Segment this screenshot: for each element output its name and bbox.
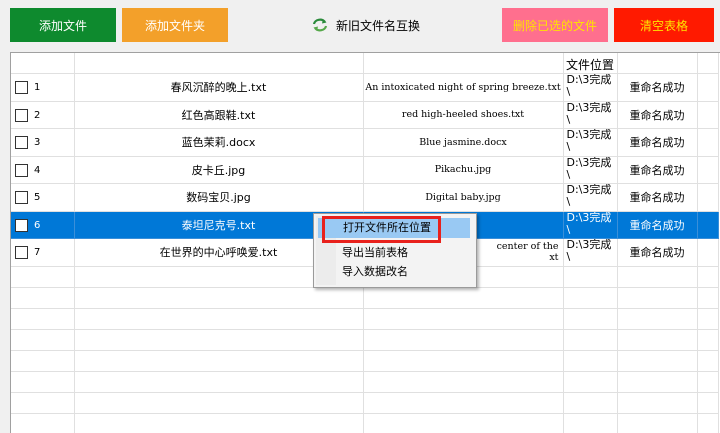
location-cell: D:\3完成 \ [563, 156, 618, 184]
row-number: 1 [34, 82, 41, 94]
header-new-name-col[interactable] [363, 53, 564, 74]
spare-cell [697, 101, 719, 129]
row-number: 5 [34, 192, 41, 204]
status-cell: 重命名成功 [617, 183, 698, 212]
status-cell: 重命名成功 [617, 238, 698, 267]
clear-table-button[interactable]: 清空表格 [614, 8, 714, 42]
add-file-button[interactable]: 添加文件 [10, 8, 116, 42]
empty-row [11, 329, 719, 351]
header-location-col[interactable]: 文件位置 [563, 53, 618, 74]
row-checkbox[interactable] [15, 108, 28, 122]
status-cell: 重命名成功 [617, 73, 698, 102]
spare-cell [697, 156, 719, 184]
location-cell: D:\3完成 \ [563, 128, 618, 157]
row-number: 7 [34, 247, 41, 259]
add-folder-button[interactable]: 添加文件夹 [122, 8, 228, 42]
header-status-col[interactable] [617, 53, 698, 74]
empty-row [11, 392, 719, 414]
header-checkbox-col[interactable] [11, 53, 75, 74]
row-select-cell[interactable]: 2 [11, 101, 75, 129]
menu-item-import-data[interactable]: 导入数据改名 [342, 263, 408, 281]
old-name-cell: 春风沉醉的晚上.txt [74, 73, 364, 102]
row-select-cell[interactable]: 5 [11, 183, 75, 212]
table-row[interactable]: 3 蓝色茉莉.docx Blue jasmine.docx D:\3完成 \ 重命名成功 [11, 128, 719, 157]
row-checkbox[interactable] [15, 191, 28, 205]
row-checkbox[interactable] [15, 163, 28, 177]
spare-cell [697, 183, 719, 212]
row-select-cell[interactable]: 4 [11, 156, 75, 184]
table-row[interactable]: 4 皮卡丘.jpg Pikachu.jpg D:\3完成 \ 重命名成功 [11, 156, 719, 184]
status-cell: 重命名成功 [617, 128, 698, 157]
menu-item-export-table[interactable]: 导出当前表格 [342, 244, 408, 262]
empty-row [11, 371, 719, 393]
row-number: 3 [34, 137, 41, 149]
new-name-cell: red high-heeled shoes.txt [363, 101, 564, 129]
recycle-arrows-icon [312, 18, 328, 32]
status-cell: 重命名成功 [617, 156, 698, 184]
status-cell: 重命名成功 [617, 211, 698, 239]
status-cell: 重命名成功 [617, 101, 698, 129]
location-cell: D:\3完成 \ [563, 238, 618, 267]
old-name-cell: 蓝色茉莉.docx [74, 128, 364, 157]
row-select-cell[interactable]: 3 [11, 128, 75, 157]
new-name-cell: Pikachu.jpg [363, 156, 564, 184]
location-cell: D:\3完成 \ [563, 101, 618, 129]
row-checkbox[interactable] [15, 136, 28, 150]
location-cell: D:\3完成 \ [563, 73, 618, 102]
highlight-box [322, 216, 441, 243]
row-checkbox[interactable] [15, 246, 28, 260]
new-name-cell: An intoxicated night of spring breeze.tx… [363, 73, 564, 102]
table-row[interactable]: 5 数码宝贝.jpg Digital baby.jpg D:\3完成 \ 重命名成功 [11, 183, 719, 212]
empty-row [11, 287, 719, 309]
header-old-name-col[interactable] [74, 53, 364, 74]
empty-row [11, 350, 719, 372]
row-number: 6 [34, 219, 41, 231]
new-name-cell: Blue jasmine.docx [363, 128, 564, 157]
empty-row [11, 308, 719, 330]
header-spare-col [697, 53, 719, 74]
table-header-row: 文件位置 [11, 53, 719, 74]
spare-cell [697, 211, 719, 239]
row-number: 2 [34, 109, 41, 121]
table-row[interactable]: 1 春风沉醉的晚上.txt An intoxicated night of spri… [11, 73, 719, 102]
spare-cell [697, 238, 719, 267]
row-select-cell[interactable]: 1 [11, 73, 75, 102]
empty-row [11, 413, 719, 433]
swap-names-button[interactable]: 新旧文件名互换 [300, 8, 432, 42]
old-name-cell: 红色高跟鞋.txt [74, 101, 364, 129]
table-row[interactable]: 2 红色高跟鞋.txt red high-heeled shoes.txt D:\3完… [11, 101, 719, 129]
location-cell: D:\3完成 \ [563, 183, 618, 212]
location-cell: D:\3完成 \ [563, 211, 618, 239]
old-name-cell: 皮卡丘.jpg [74, 156, 364, 184]
row-select-cell[interactable]: 7 [11, 238, 75, 267]
row-number: 4 [34, 164, 41, 176]
delete-selected-button[interactable]: 删除已选的文件 [502, 8, 608, 42]
swap-names-label: 新旧文件名互换 [335, 18, 420, 33]
spare-cell [697, 128, 719, 157]
row-checkbox[interactable] [15, 218, 28, 232]
spare-cell [697, 73, 719, 102]
old-name-cell: 数码宝贝.jpg [74, 183, 364, 212]
row-checkbox[interactable] [15, 81, 28, 95]
row-select-cell[interactable]: 6 [11, 211, 75, 239]
new-name-cell: Digital baby.jpg [363, 183, 564, 212]
